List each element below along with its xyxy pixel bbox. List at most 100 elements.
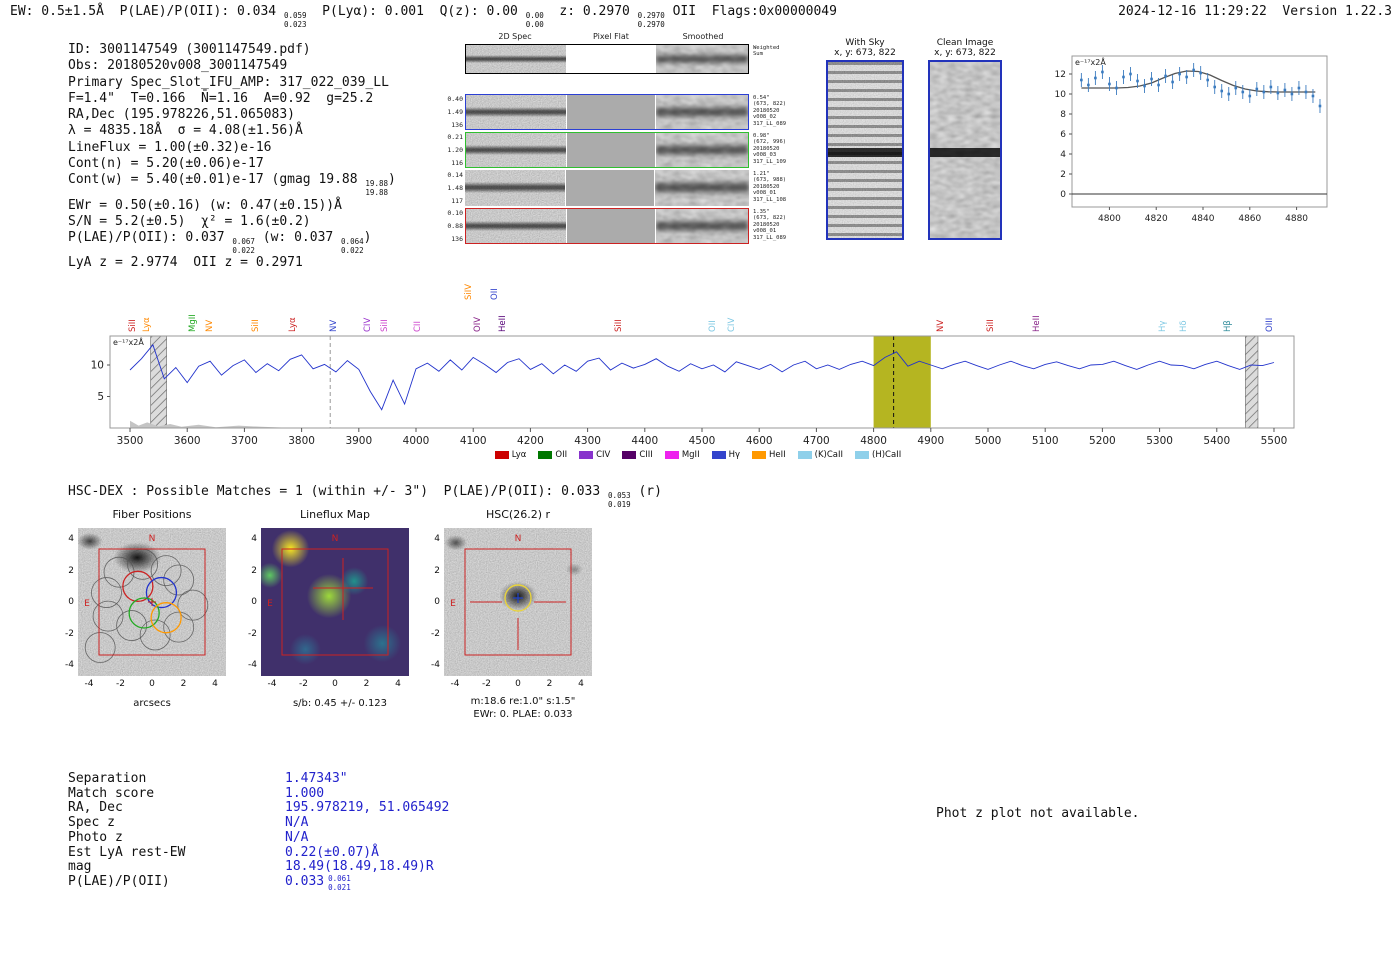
x-tick-label: 4500 xyxy=(689,435,716,447)
text-segment: LineFlux = 1.00(±0.32)e-16 xyxy=(68,139,272,155)
data-point xyxy=(1206,78,1209,82)
x-tick-label: 4200 xyxy=(517,435,544,447)
trace-band xyxy=(656,142,748,157)
legend-color-swatch xyxy=(494,451,509,459)
compass-east: E xyxy=(84,599,90,609)
legend-color-swatch xyxy=(538,451,553,459)
row-annotation: 0.54" (673, 822) 20180520 v008_02 317_LL… xyxy=(753,95,787,127)
x-tick-label: -4 xyxy=(84,679,94,689)
text-segment: EW: 0.5±1.5Å xyxy=(10,4,120,19)
spec-line-label: NV xyxy=(205,319,215,332)
match-row: Separation 1.47343" xyxy=(68,771,449,787)
data-point xyxy=(1297,86,1301,90)
full-spectrum-plot: 5 10 3500 3600 3700 3800 3900 4000 4100 4200 4300 4… xyxy=(91,335,1295,447)
spec2d-row: 0.14 1.48 117 1.21" (673, 988) 20180520 v00… xyxy=(443,170,799,206)
y-tick-label: 10 xyxy=(91,359,104,371)
lineflux-caption: s/b: 0.45 +/- 0.123 xyxy=(292,698,388,709)
spec-line-label: MgII xyxy=(188,314,198,332)
data-point xyxy=(1213,85,1217,89)
info-line: S/N = 5.2(±0.5) χ² = 1.6(±0.2) xyxy=(68,214,396,230)
trace-band xyxy=(656,52,748,65)
clean-image-title: Clean Image xyxy=(936,38,994,48)
legend-item: OII xyxy=(538,450,567,460)
legend-color-swatch xyxy=(797,451,812,459)
spec2d-row: 0.40 1.49 136 0.54" (673, 822) 20180520 v00… xyxy=(443,94,799,130)
ifu-outline xyxy=(281,548,389,656)
legend-color-swatch xyxy=(622,451,637,459)
spec-line-label: SiII xyxy=(614,319,624,332)
row-stats: 0.21 1.20 116 xyxy=(443,133,463,167)
pixel-flat-cutout xyxy=(566,45,656,73)
with-sky-coords: x, y: 673, 822 xyxy=(834,48,896,58)
trace-band xyxy=(828,148,902,158)
data-point xyxy=(1164,74,1167,78)
x-tick-label: 3700 xyxy=(231,435,258,447)
plot-border xyxy=(1071,55,1328,208)
legend-label: OII xyxy=(555,450,568,460)
legend-label: HeII xyxy=(769,450,786,460)
x-tick-label: 4 xyxy=(578,679,584,689)
stack-bottom: 0.021 xyxy=(328,882,351,892)
legend-color-swatch xyxy=(855,451,870,459)
x-tick-label: 4860 xyxy=(1238,214,1261,224)
fiber-circle xyxy=(91,577,122,608)
data-point xyxy=(1276,91,1280,95)
text-segment: OII xyxy=(664,4,712,19)
data-point xyxy=(1220,89,1224,93)
row-annotation: 1.35" (673, 822) 20180520 v008_01 317_LL… xyxy=(753,209,787,241)
y-tick-label: 2 xyxy=(251,565,257,576)
stacked-fraction: 0.2970 0.2970 xyxy=(638,11,665,29)
data-point xyxy=(1150,77,1153,81)
x-tick-label: -2 xyxy=(482,679,491,689)
stack-bottom: 0.022 xyxy=(232,245,255,255)
data-point xyxy=(1248,94,1252,98)
trace-band xyxy=(466,106,566,117)
legend-color-swatch xyxy=(711,451,726,459)
x-tick-label: -4 xyxy=(450,679,460,689)
x-tick-label: 4820 xyxy=(1145,214,1168,224)
data-point xyxy=(1262,90,1266,94)
stacked-fraction: 0.00 0.00 xyxy=(526,11,544,29)
spec2d-cutout xyxy=(466,133,566,167)
lineflux-map-image: N E xyxy=(261,528,409,676)
row-panels xyxy=(465,132,749,168)
fiber-positions-image: NE xyxy=(78,528,226,676)
x-tick-label: -4 xyxy=(267,679,277,689)
text-segment: Cont(w) = 5.40(±0.01)e-17 (gmag 19.88 xyxy=(68,172,366,188)
pixel-flat-cutout xyxy=(566,209,656,243)
fiber-positions-title: Fiber Positions xyxy=(112,508,192,521)
info-line: Primary Spec_Slot_IFU_AMP: 317_022_039_L… xyxy=(68,75,396,91)
text-segment: RA,Dec (195.978226,51.065083) xyxy=(68,107,295,123)
match-label: mag xyxy=(68,859,92,875)
y-tick-label: -2 xyxy=(65,628,74,639)
spec-line-label: SiIV xyxy=(464,283,474,300)
pixel-flat-cutout xyxy=(566,133,656,167)
spec2d-block: 2D Spec Pixel Flat Smoothed Weighted Sum… xyxy=(443,30,799,254)
info-line: λ = 4835.18Å σ = 4.08(±1.56)Å xyxy=(68,123,396,139)
info-line: Obs: 20180520v008_3001147549 xyxy=(68,58,396,74)
data-point xyxy=(1185,75,1188,79)
x-tick-label: 5200 xyxy=(1089,435,1116,447)
stack-bottom: 0.022 xyxy=(341,245,364,255)
spec2d-cutout xyxy=(466,209,566,243)
data-point xyxy=(1311,94,1315,98)
line-legend: Lyα OII CIV CIII MgII Hγ HeII (K)CaII (H)CaII xyxy=(88,450,1308,460)
text-segment: Q(z): 0.00 xyxy=(439,4,526,19)
clean-image-panel: Clean Image x, y: 673, 822 xyxy=(928,38,1002,240)
match-row: mag 18.49(18.49,18.49)R xyxy=(68,860,449,875)
fiber-xlabel: arcsecs xyxy=(133,698,171,709)
y-tick-label: 10 xyxy=(1055,90,1067,100)
trace-band xyxy=(656,218,748,233)
smoothed-cutout xyxy=(656,133,748,167)
legend-item: HeII xyxy=(752,450,786,460)
data-point xyxy=(1318,104,1322,108)
legend-item: Lyα xyxy=(494,450,526,460)
stat-value: 136 xyxy=(451,121,463,129)
spec-line-label: Hδ xyxy=(1179,320,1189,332)
y-tick-label: -4 xyxy=(65,660,74,670)
stack-bottom: 19.88 xyxy=(365,188,388,197)
spec-line-label: OII xyxy=(490,288,500,300)
spec-line-label: OIV xyxy=(473,316,483,332)
x-tick-label: 2 xyxy=(546,679,553,689)
x-tick-label: 4700 xyxy=(803,435,830,447)
